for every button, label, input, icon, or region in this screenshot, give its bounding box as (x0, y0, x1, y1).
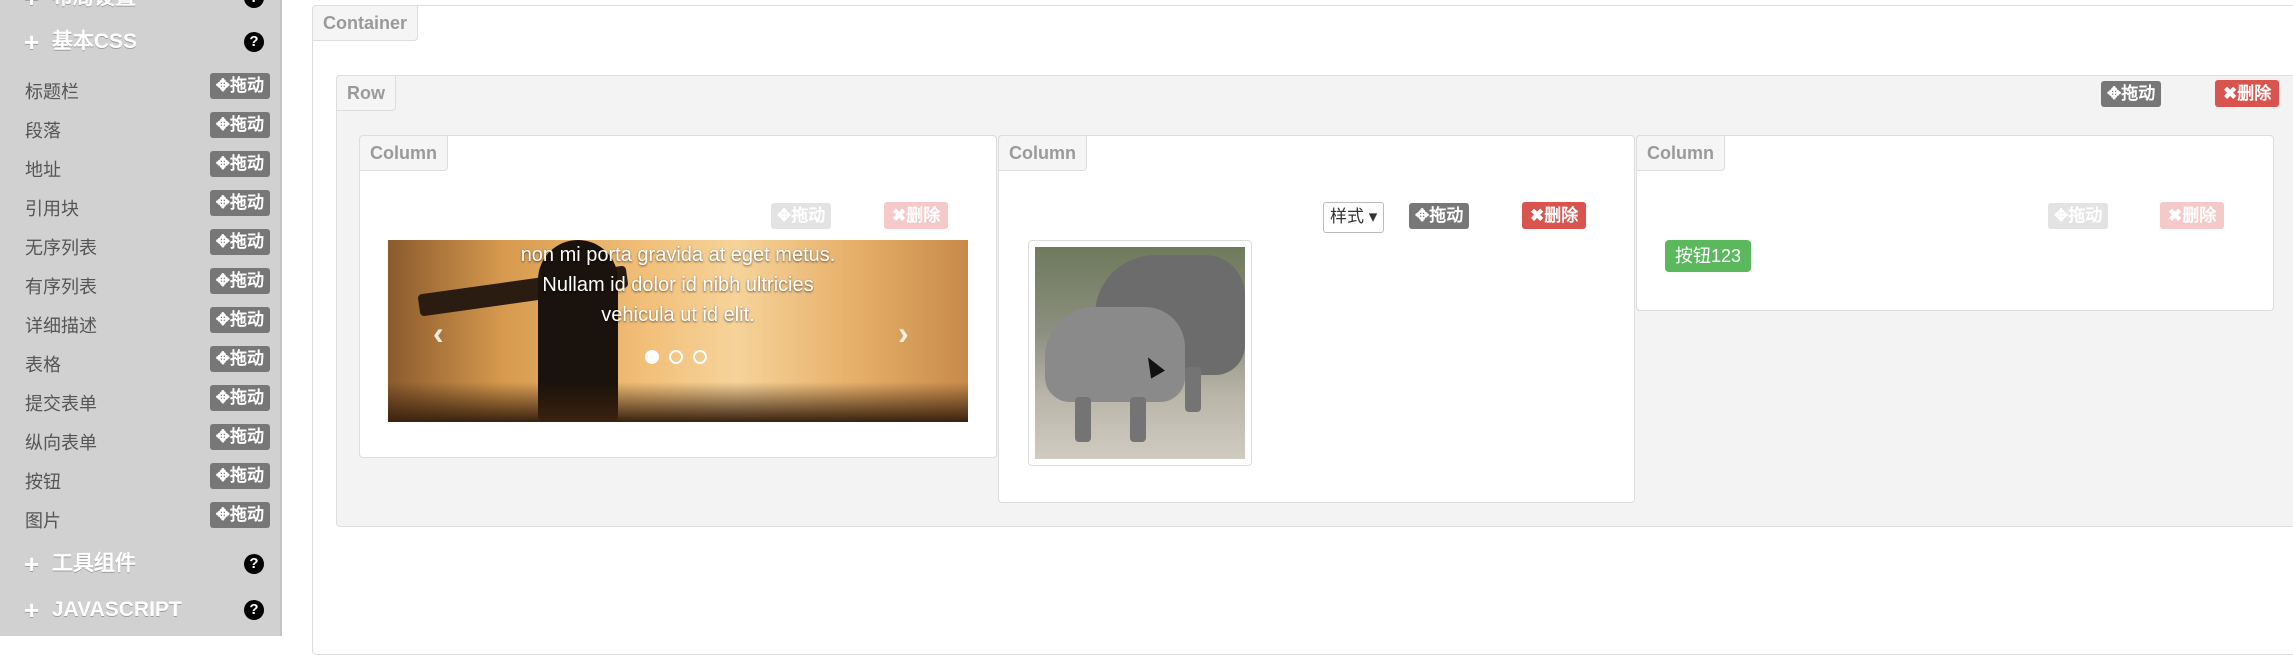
row-label: Row (336, 75, 396, 111)
plus-icon: + (24, 27, 40, 57)
success-button[interactable]: 按钮123 (1665, 240, 1752, 272)
sidebar: + 布局设置 ? + 基本CSS ? 标题栏 ✥拖动 段落 ✥拖动 地址 ✥拖动… (0, 0, 282, 636)
rhino-calf-shape (1045, 307, 1185, 402)
sidebar-item-address[interactable]: 地址 ✥拖动 (25, 148, 270, 184)
sidebar-item-label: 引用块 (25, 199, 79, 219)
sidebar-item-vertical-form[interactable]: 纵向表单 ✥拖动 (25, 421, 270, 457)
sidebar-item-description[interactable]: 详细描述 ✥拖动 (25, 304, 270, 340)
sidebar-item-label: 详细描述 (25, 316, 97, 336)
rhino-leg-shape (1075, 397, 1091, 442)
sidebar-item-label: 地址 (25, 160, 61, 180)
sidebar-item-label: 图片 (25, 511, 61, 531)
drag-button[interactable]: ✥拖动 (209, 268, 270, 294)
drag-button[interactable]: ✥拖动 (209, 463, 270, 489)
sidebar-item-title-bar[interactable]: 标题栏 ✥拖动 (25, 70, 270, 106)
drag-button[interactable]: ✥拖动 (209, 424, 270, 450)
sidebar-item-label: 表格 (25, 355, 61, 375)
column-delete-button[interactable]: ✖删除 (2160, 202, 2225, 229)
section-label: 工具组件 (51, 552, 136, 575)
sidebar-item-label: 提交表单 (25, 394, 97, 414)
sidebar-item-label: 无序列表 (25, 238, 97, 258)
sidebar-item-label: 标题栏 (25, 82, 79, 102)
rhino-leg-shape (1130, 397, 1146, 442)
row-drag-button[interactable]: ✥拖动 (2101, 81, 2162, 107)
image-thumbnail[interactable] (1028, 240, 1252, 466)
column-label: Column (359, 135, 448, 171)
carousel: non mi porta gravida at eget metus. Null… (388, 240, 968, 422)
section-javascript[interactable]: + JAVASCRIPT ? (24, 590, 274, 630)
column-delete-button[interactable]: ✖删除 (1522, 202, 1587, 229)
drag-button[interactable]: ✥拖动 (209, 385, 270, 411)
drag-button[interactable]: ✥拖动 (209, 112, 270, 138)
rhino-photo (1035, 247, 1245, 459)
help-icon[interactable]: ? (244, 0, 264, 8)
row-delete-button[interactable]: ✖删除 (2215, 80, 2280, 107)
carousel-image-ground (388, 382, 968, 422)
carousel-caption-line-3: vehicula ut id elit. (601, 304, 755, 326)
drag-button[interactable]: ✥拖动 (209, 502, 270, 528)
plus-icon: + (24, 595, 40, 625)
sidebar-item-label: 按钮 (25, 472, 61, 492)
plus-icon: + (24, 0, 46, 18)
carousel-indicator-3[interactable] (693, 350, 707, 364)
drag-button[interactable]: ✥拖动 (209, 151, 270, 177)
drag-button[interactable]: ✥拖动 (209, 73, 270, 99)
section-basic-css[interactable]: + 基本CSS ? (24, 22, 274, 62)
column-delete-button[interactable]: ✖删除 (884, 202, 949, 229)
sidebar-item-submit-form[interactable]: 提交表单 ✥拖动 (25, 382, 270, 418)
sidebar-item-label: 纵向表单 (25, 433, 97, 453)
drag-button[interactable]: ✥拖动 (209, 229, 270, 255)
chevron-left-icon[interactable]: ‹ (433, 315, 444, 352)
sidebar-item-unordered-list[interactable]: 无序列表 ✥拖动 (25, 226, 270, 262)
carousel-caption-line-1: non mi porta gravida at eget metus. (520, 244, 836, 266)
carousel-indicator-2[interactable] (669, 350, 683, 364)
sidebar-item-ordered-list[interactable]: 有序列表 ✥拖动 (25, 265, 270, 301)
style-dropdown[interactable]: 样式 ▾ (1323, 202, 1385, 233)
plus-icon: + (24, 549, 40, 579)
column-drag-button[interactable]: ✥拖动 (771, 203, 832, 229)
sidebar-item-image[interactable]: 图片 ✥拖动 (25, 499, 270, 535)
column-drag-button[interactable]: ✥拖动 (1409, 203, 1470, 229)
section-label: 基本CSS (51, 30, 138, 53)
carousel-caption-line-2: Nullam id dolor id nibh ultricies (542, 274, 814, 296)
section-label: 布局设置 (52, 0, 136, 9)
column-label: Column (1636, 135, 1725, 171)
drag-button[interactable]: ✥拖动 (209, 190, 270, 216)
sidebar-item-button[interactable]: 按钮 ✥拖动 (25, 460, 270, 496)
drag-button[interactable]: ✥拖动 (209, 307, 270, 333)
section-tool-components[interactable]: + 工具组件 ? (24, 544, 274, 584)
sidebar-item-paragraph[interactable]: 段落 ✥拖动 (25, 109, 270, 145)
rhino-leg-shape (1185, 367, 1201, 412)
sidebar-item-table[interactable]: 表格 ✥拖动 (25, 343, 270, 379)
help-icon[interactable]: ? (244, 32, 264, 52)
sidebar-item-blockquote[interactable]: 引用块 ✥拖动 (25, 187, 270, 223)
sidebar-item-label: 段落 (25, 121, 61, 141)
section-layout-settings[interactable]: + 布局设置 ? (24, 0, 274, 18)
section-label: JAVASCRIPT (51, 598, 182, 621)
container-label: Container (312, 5, 419, 41)
drag-button[interactable]: ✥拖动 (209, 346, 270, 372)
help-icon[interactable]: ? (244, 600, 264, 620)
carousel-indicator-1[interactable] (645, 350, 659, 364)
column-label: Column (998, 135, 1087, 171)
chevron-right-icon[interactable]: › (898, 315, 909, 352)
help-icon[interactable]: ? (244, 554, 264, 574)
sidebar-item-label: 有序列表 (25, 277, 97, 297)
column-drag-button[interactable]: ✥拖动 (2048, 203, 2109, 229)
